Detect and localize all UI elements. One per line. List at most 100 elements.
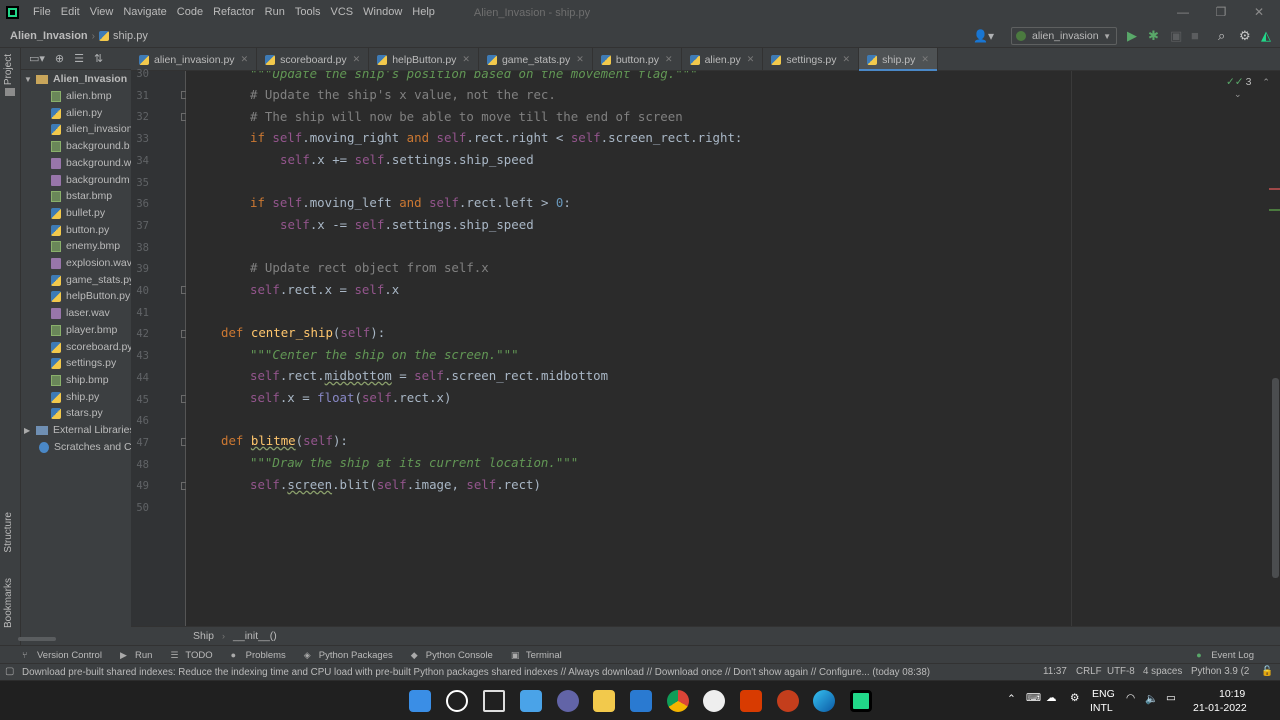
menu-navigate[interactable]: Navigate <box>118 0 171 25</box>
settings-tray-icon[interactable]: ⚙ <box>1070 692 1079 704</box>
breadcrumb-file[interactable]: ship.py <box>113 30 148 42</box>
line-number[interactable]: 50 <box>131 502 149 514</box>
problems-tab[interactable]: ● Problems <box>231 650 286 661</box>
tree-file-item[interactable]: enemy.bmp <box>51 238 120 255</box>
crumb-class[interactable]: Ship <box>193 630 214 642</box>
tree-file-item[interactable]: game_stats.py <box>51 272 131 289</box>
menu-tools[interactable]: Tools <box>290 0 326 25</box>
clock-date[interactable]: 21-01-2022 <box>1193 702 1247 714</box>
menu-file[interactable]: File <box>28 0 56 25</box>
chevron-up-icon[interactable]: ⌃ <box>1262 77 1270 87</box>
tree-file-item[interactable]: scoreboard.py <box>51 339 131 356</box>
editor-tab[interactable]: scoreboard.py ✕ <box>257 48 370 71</box>
code-editor[interactable]: ✓✓ 3 ⌃ ⌄ """Update the ship's position ba… <box>186 71 1272 626</box>
run-tab[interactable]: ▶ Run <box>120 650 152 661</box>
close-button[interactable]: ✕ <box>1240 0 1278 25</box>
scratches-and-consoles[interactable]: Scratches and Co <box>39 439 131 456</box>
python-interpreter[interactable]: Python 3.9 (2 <box>1191 666 1249 677</box>
code-with-me-icon[interactable]: ◭ <box>1261 28 1271 44</box>
editor-tab[interactable]: alien_invasion.py ✕ <box>131 48 258 71</box>
stop-icon[interactable]: ■ <box>1191 28 1199 44</box>
line-number[interactable]: 34 <box>131 155 149 167</box>
teams-chat-icon[interactable] <box>557 690 579 712</box>
expand-icon[interactable]: ⇅ <box>94 52 103 65</box>
close-tab-icon[interactable]: ✕ <box>241 54 249 65</box>
line-number[interactable]: 36 <box>131 198 149 210</box>
inspection-widget[interactable]: ✓✓ 3 ⌃ ⌄ <box>1226 76 1272 100</box>
debug-icon[interactable]: ✱ <box>1148 28 1159 44</box>
tree-file-item[interactable]: bstar.bmp <box>51 188 112 205</box>
panel-view-icon[interactable]: ▭▾ <box>29 52 45 65</box>
event-log-tab[interactable]: ● Event Log <box>1196 650 1254 661</box>
tree-file-item[interactable]: alien.py <box>51 105 102 122</box>
indent-setting[interactable]: 4 spaces <box>1143 666 1182 677</box>
tree-file-item[interactable]: laser.wav <box>51 305 110 322</box>
editor-tab[interactable]: game_stats.py ✕ <box>479 48 593 71</box>
line-number[interactable]: 49 <box>131 480 149 492</box>
windows-start-icon[interactable] <box>409 690 431 712</box>
dell-icon[interactable] <box>703 690 725 712</box>
gear-icon[interactable]: ⚙ <box>1239 28 1251 44</box>
chevron-up-icon[interactable]: ⌃ <box>1007 693 1016 705</box>
editor-tab[interactable]: settings.py ✕ <box>763 48 860 71</box>
line-number[interactable]: 32 <box>131 111 149 123</box>
editor-tab[interactable]: ship.py ✕ <box>859 48 938 72</box>
wifi-icon[interactable]: ◠ <box>1126 692 1135 704</box>
editor-tab[interactable]: alien.py ✕ <box>682 48 764 71</box>
terminal-tab[interactable]: ▣ Terminal <box>511 650 562 661</box>
close-tab-icon[interactable]: ✕ <box>921 54 929 65</box>
line-number[interactable]: 38 <box>131 242 149 254</box>
tree-file-item[interactable]: alien.bmp <box>51 88 112 105</box>
cloud-icon[interactable]: ☁ <box>1046 692 1057 704</box>
line-number[interactable]: 37 <box>131 220 149 232</box>
lock-icon[interactable]: 🔓 <box>1261 666 1273 677</box>
tree-root[interactable]: ▼ Alien_Invasion C <box>24 71 131 88</box>
crumb-method[interactable]: __init__() <box>233 630 277 642</box>
chrome-icon[interactable] <box>667 690 689 712</box>
edge-icon[interactable] <box>813 690 835 712</box>
tree-file-item[interactable]: explosion.wav <box>51 255 131 272</box>
close-tab-icon[interactable]: ✕ <box>462 54 470 65</box>
run-configuration-select[interactable]: alien_invasion ▼ <box>1011 27 1117 45</box>
python-packages-tab[interactable]: ◈ Python Packages <box>304 650 393 661</box>
line-number[interactable]: 31 <box>131 90 149 102</box>
menu-code[interactable]: Code <box>172 0 208 25</box>
version-control-tab[interactable]: ⑂ Version Control <box>22 650 102 661</box>
menu-window[interactable]: Window <box>358 0 407 25</box>
locate-icon[interactable]: ⊕ <box>55 52 64 65</box>
project-horizontal-scrollbar[interactable] <box>18 637 56 641</box>
editor-tab[interactable]: helpButton.py ✕ <box>369 48 479 71</box>
office-icon[interactable] <box>740 690 762 712</box>
line-number[interactable]: 33 <box>131 133 149 145</box>
menu-edit[interactable]: Edit <box>56 0 85 25</box>
file-encoding[interactable]: UTF-8 <box>1107 666 1135 677</box>
tree-file-item[interactable]: stars.py <box>51 405 103 422</box>
user-icon[interactable]: 👤▾ <box>973 29 994 43</box>
line-number[interactable]: 45 <box>131 394 149 406</box>
volume-icon[interactable]: 🔈 <box>1145 692 1158 705</box>
tree-file-item[interactable]: ship.py <box>51 389 99 406</box>
pycharm-icon[interactable] <box>850 690 872 712</box>
widgets-icon[interactable] <box>520 690 542 712</box>
language-top[interactable]: ENG <box>1092 688 1115 700</box>
minimize-button[interactable]: — <box>1164 0 1202 25</box>
change-stripe-marker[interactable] <box>1269 209 1280 211</box>
close-tab-icon[interactable]: ✕ <box>665 54 673 65</box>
external-libraries[interactable]: ▶ External Libraries <box>24 422 131 439</box>
todo-tab[interactable]: ☰ TODO <box>170 650 212 661</box>
caret-position[interactable]: 11:37 <box>1043 666 1067 677</box>
tree-file-item[interactable]: alien_invasion <box>51 121 131 138</box>
tree-file-item[interactable]: background.w <box>51 155 131 172</box>
tree-file-item[interactable]: player.bmp <box>51 322 117 339</box>
task-view-icon[interactable] <box>483 690 505 712</box>
project-tool-tab[interactable]: Project <box>3 54 14 85</box>
line-separator[interactable]: CRLF <box>1076 666 1102 677</box>
run-icon[interactable]: ▶ <box>1127 28 1137 44</box>
line-number[interactable]: 48 <box>131 459 149 471</box>
tree-file-item[interactable]: button.py <box>51 222 109 239</box>
line-number[interactable]: 42 <box>131 328 149 340</box>
line-number[interactable]: 35 <box>131 177 149 189</box>
menu-help[interactable]: Help <box>407 0 440 25</box>
keyboard-icon[interactable]: ⌨ <box>1026 692 1041 704</box>
close-tab-icon[interactable]: ✕ <box>576 54 584 65</box>
